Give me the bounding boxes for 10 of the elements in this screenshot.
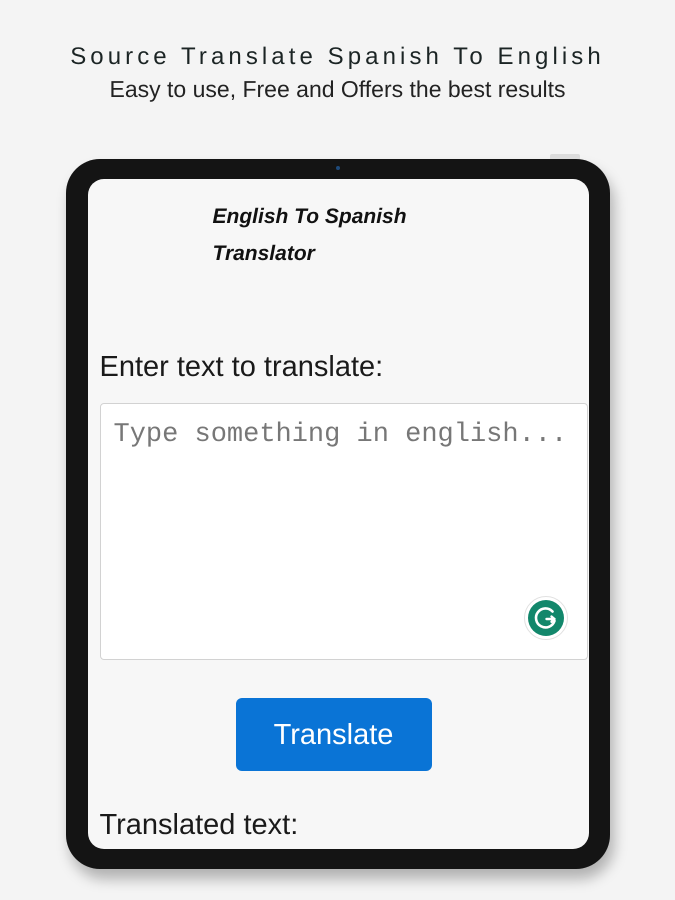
output-label: Translated text: <box>100 808 298 842</box>
tablet-side-key <box>550 154 580 159</box>
camera-icon <box>336 166 340 170</box>
app-title: English To Spanish Translator <box>212 204 408 267</box>
page-title: Source Translate Spanish To English <box>70 42 605 72</box>
page-subtitle: Easy to use, Free and Offers the best results <box>110 75 566 103</box>
input-label: Enter text to translate: <box>100 350 384 384</box>
translate-button[interactable]: Translate <box>236 698 432 771</box>
text-input-field[interactable]: Type something in english... <box>100 403 588 660</box>
grammar-check-icon[interactable] <box>524 596 568 640</box>
